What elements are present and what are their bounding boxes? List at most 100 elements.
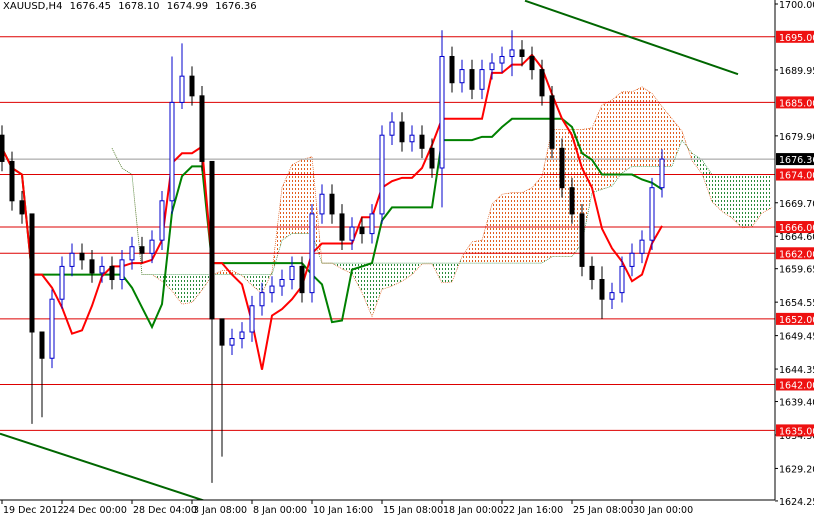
ichimoku-cloud-segment xyxy=(632,86,642,167)
level-price-tag: 1662.00 xyxy=(779,249,814,260)
price-tick-label: 1669.70 xyxy=(779,199,814,210)
ichimoku-cloud-segment xyxy=(462,241,472,264)
price-tick-label: 1644.35 xyxy=(779,365,814,376)
ichimoku-cloud-segment xyxy=(712,174,722,212)
candle-body xyxy=(629,252,635,267)
candle-body xyxy=(349,226,355,241)
candle-body xyxy=(209,160,215,320)
level-price-tag: 1635.00 xyxy=(779,426,814,437)
time-tick-label: 10 Jan 16:00 xyxy=(313,505,373,516)
candle-body xyxy=(79,252,85,261)
level-price-tag: 1685.00 xyxy=(779,98,814,109)
candle-body xyxy=(169,101,175,202)
time-tick-label: 22 Jan 16:00 xyxy=(503,505,563,516)
time-tick-label: 18 Jan 00:00 xyxy=(443,505,503,516)
price-chart[interactable]: 1700.001689.951679.901669.701664.601659.… xyxy=(0,0,814,517)
candle-body xyxy=(49,298,55,359)
candle-body xyxy=(359,226,365,235)
candle-body xyxy=(219,318,225,346)
ichimoku-cloud-segment xyxy=(502,192,512,264)
trendline xyxy=(524,0,739,76)
candle-body xyxy=(389,121,395,136)
ichimoku-cloud-segment xyxy=(382,263,392,290)
candle-body xyxy=(329,193,335,215)
candle-body xyxy=(289,265,295,281)
candle-body xyxy=(339,213,345,241)
ichimoku-cloud-segment xyxy=(242,274,252,286)
candle-body xyxy=(579,213,585,267)
ichimoku-cloud-segment xyxy=(182,274,192,305)
time-tick-label: 15 Jan 08:00 xyxy=(383,505,443,516)
level-price-tag: 1674.00 xyxy=(779,171,814,182)
chart-header: XAUUSD,H4 1676.45 1678.10 1674.99 1676.3… xyxy=(3,1,261,12)
candle-body xyxy=(369,213,375,235)
ichimoku-cloud-segment xyxy=(392,263,402,287)
candle-body xyxy=(609,292,615,300)
ichimoku-cloud-segment xyxy=(722,174,732,219)
ichimoku-cloud-segment xyxy=(542,129,552,264)
candle-body xyxy=(469,69,475,90)
ichimoku-cloud-segment xyxy=(192,274,202,303)
candle-body xyxy=(269,285,275,294)
open-value: 1676.45 xyxy=(69,1,111,12)
candle-body xyxy=(539,69,545,97)
candle-body xyxy=(59,265,65,300)
price-tick-label: 1700.00 xyxy=(779,0,814,11)
candle-body xyxy=(149,239,155,254)
price-tick-label: 1689.95 xyxy=(779,66,814,77)
ichimoku-cloud-segment xyxy=(532,176,542,264)
candle-body xyxy=(299,265,305,294)
ichimoku-cloud-segment xyxy=(522,187,532,264)
candle-body xyxy=(619,265,625,294)
candle-body xyxy=(479,69,485,90)
candle-body xyxy=(559,147,565,189)
price-tick-label: 1629.20 xyxy=(779,464,814,475)
time-tick-label: 8 Jan 00:00 xyxy=(253,505,307,516)
ichimoku-cloud-segment xyxy=(362,263,372,317)
high-value: 1678.10 xyxy=(118,1,160,12)
candle-body xyxy=(459,69,465,84)
ichimoku-cloud-segment xyxy=(252,274,262,294)
time-tick-label: 28 Dec 04:00 xyxy=(133,505,197,516)
candle-body xyxy=(599,279,605,300)
trendline xyxy=(0,432,206,500)
candle-body xyxy=(69,252,75,267)
candle-body xyxy=(9,160,15,202)
candle-body xyxy=(399,121,405,143)
candle-body xyxy=(449,55,455,84)
candle-body xyxy=(159,200,165,241)
symbol-label: XAUUSD,H4 xyxy=(3,1,63,12)
ichimoku-cloud-segment xyxy=(622,91,632,173)
candle-body xyxy=(549,95,555,149)
candle-body xyxy=(199,95,205,162)
candle-body xyxy=(489,62,495,71)
ichimoku-cloud-segment xyxy=(442,263,452,283)
ichimoku-cloud-segment xyxy=(642,86,652,167)
ichimoku-cloud-segment xyxy=(702,159,712,202)
candle-body xyxy=(249,305,255,333)
candle-body xyxy=(19,200,25,215)
time-tick-label: 3 Jan 08:00 xyxy=(193,505,247,516)
candle-body xyxy=(139,246,145,254)
ichimoku-cloud-segment xyxy=(512,192,522,264)
ichimoku-cloud-segment xyxy=(612,91,622,187)
price-tick-label: 1654.55 xyxy=(779,298,814,309)
ichimoku-cloud-segment xyxy=(742,174,752,228)
candle-body xyxy=(279,279,285,287)
candle-body xyxy=(659,158,665,189)
candle-body xyxy=(639,239,645,254)
time-tick-label: 24 Dec 00:00 xyxy=(63,505,127,516)
plot-area xyxy=(0,0,775,500)
price-tick-label: 1624.25 xyxy=(779,497,814,508)
candle-body xyxy=(499,55,505,64)
ichimoku-cloud-segment xyxy=(662,106,672,167)
candle-body xyxy=(179,75,185,103)
candle-body xyxy=(99,265,105,274)
price-tick-label: 1679.90 xyxy=(779,132,814,143)
candle-body xyxy=(319,193,325,215)
candle-body xyxy=(119,259,125,281)
candle-body xyxy=(529,55,535,71)
time-tick-label: 25 Jan 08:00 xyxy=(573,505,633,516)
candle-body xyxy=(519,49,525,57)
ichimoku-cloud-segment xyxy=(762,174,772,214)
